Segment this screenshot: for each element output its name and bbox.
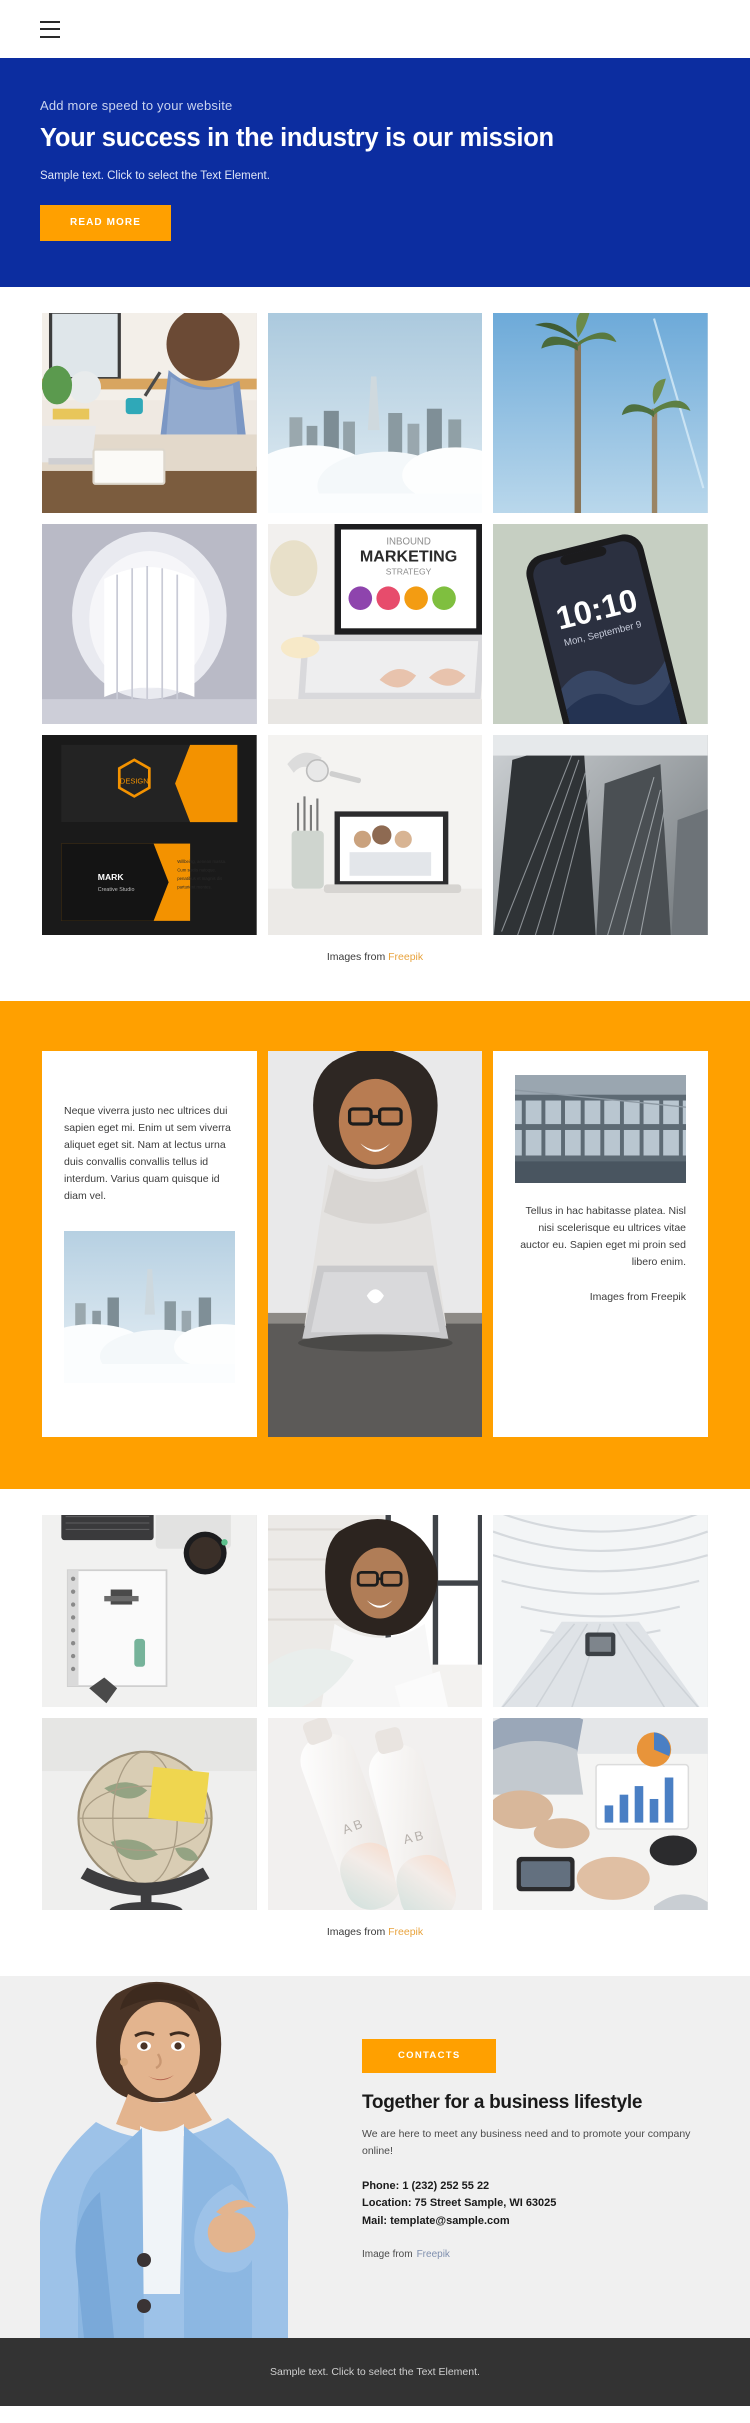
image-woman-reading	[267, 1515, 483, 1708]
gallery-item[interactable]: INBOUND MARKETING STRATEGY	[267, 524, 483, 724]
image-office-facade	[515, 1075, 686, 1183]
freepik-link[interactable]: Freepik	[388, 951, 423, 963]
svg-text:DESIGN: DESIGN	[120, 776, 149, 785]
gallery-item[interactable]: DESIGN MARK Creative Studio Willbeing, aene…	[42, 735, 257, 935]
caption-prefix: Images from	[326, 951, 389, 963]
orange-feature-band: Neque viverra justo nec ultrices dui sap…	[0, 1001, 750, 1490]
image-team-charts	[493, 1718, 708, 1911]
hero-subtitle: Sample text. Click to select the Text El…	[40, 170, 270, 182]
image-smartphone: 10:10Mon, September 9	[493, 524, 708, 724]
image-businesswoman	[0, 1976, 340, 2339]
image-desk-laptop	[267, 735, 483, 935]
gallery-item[interactable]	[267, 313, 483, 513]
site-footer: Sample text. Click to select the Text El…	[0, 2338, 750, 2407]
contacts-phone: Phone: 1 (232) 252 55 22	[362, 2179, 490, 2192]
gallery-item[interactable]	[42, 313, 257, 513]
hamburger-menu-icon[interactable]	[40, 20, 60, 38]
feature-card-middle-image	[267, 1051, 483, 1438]
credit-prefix: Image from	[362, 2248, 413, 2260]
feature-card-right-text: Tellus in hac habitasse platea. Nisl nis…	[520, 1205, 686, 1268]
feature-card-left-text: Neque viverra justo nec ultrices dui sap…	[64, 1105, 231, 1202]
svg-text:parturient montes.: parturient montes.	[177, 885, 212, 890]
svg-text:Creative Studio: Creative Studio	[98, 887, 135, 893]
feature-card-left-image	[64, 1231, 235, 1383]
gallery-one-caption: Images from Freepik	[0, 935, 750, 963]
contacts-photo	[0, 1976, 340, 2339]
hero-title: Your success in the industry is our miss…	[40, 124, 554, 152]
image-woman-laptop	[267, 1051, 483, 1438]
gallery-two: A BA B	[0, 1489, 750, 1911]
gallery-item[interactable]	[42, 1718, 257, 1911]
svg-text:MARK: MARK	[98, 872, 125, 882]
gallery-item[interactable]	[42, 1515, 257, 1708]
freepik-link[interactable]: Freepik	[417, 2249, 450, 2260]
freepik-link[interactable]: Freepik	[388, 1926, 423, 1938]
svg-text:STRATEGY: STRATEGY	[385, 567, 431, 577]
image-man-writing	[42, 313, 257, 513]
contacts-credit: Image from Freepik	[362, 2249, 710, 2260]
svg-text:Cum sociis natoque.: Cum sociis natoque.	[177, 867, 216, 872]
gallery-item[interactable]	[493, 735, 708, 935]
feature-card-right-image	[515, 1075, 686, 1183]
feature-card-right: Tellus in hac habitasse platea. Nisl nis…	[493, 1051, 708, 1438]
contacts-info: CONTACTS Together for a business lifesty…	[340, 1976, 750, 2338]
feature-card-middle	[267, 1051, 483, 1438]
image-laptop-marketing: INBOUNDMARKETINGSTRATEGY	[267, 524, 483, 724]
svg-text:MARKETING: MARKETING	[360, 548, 457, 566]
gallery-item[interactable]	[493, 1515, 708, 1708]
caption-prefix: Images from	[326, 1926, 389, 1939]
feature-card-right-credit: Images from Freepik	[589, 1291, 686, 1303]
hamburger-bar	[40, 35, 60, 38]
gallery-one: INBOUND MARKETING STRATEGY 10:10 Mon, Septe…	[0, 287, 750, 935]
contacts-badge[interactable]: CONTACTS	[362, 2039, 497, 2073]
gallery-item[interactable]	[493, 313, 708, 513]
image-skyscrapers-bw	[493, 735, 708, 935]
contacts-location: Location: 75 Street Sample, WI 63025	[362, 2197, 557, 2210]
footer-text: Sample text. Click to select the Text El…	[270, 2366, 480, 2379]
read-more-button[interactable]: READ MORE	[40, 205, 172, 241]
gallery-item[interactable]: A BA B	[267, 1718, 483, 1911]
contacts-section: CONTACTS Together for a business lifesty…	[0, 1976, 750, 2339]
svg-text:Willbeing, aenean massa.: Willbeing, aenean massa.	[177, 859, 226, 864]
contacts-mail: Mail: template@sample.com	[362, 2215, 510, 2228]
image-palm-tree	[493, 313, 708, 513]
contacts-heading: Together for a business lifestyle	[362, 2091, 643, 2113]
gallery-two-caption: Images from Freepik	[0, 1910, 750, 1938]
gallery-item[interactable]	[267, 735, 483, 935]
hero-eyebrow: Add more speed to your website	[40, 98, 233, 113]
image-flatlay-notebook	[42, 1515, 257, 1708]
image-white-architecture	[42, 524, 257, 724]
contacts-lead: We are here to meet any business need an…	[362, 2127, 691, 2157]
hero-section: Add more speed to your website Your succ…	[0, 58, 750, 287]
gallery-item[interactable]: 10:10 Mon, September 9	[493, 524, 708, 724]
image-city-clouds	[267, 313, 483, 513]
hamburger-bar	[40, 20, 60, 23]
hamburger-bar	[40, 28, 60, 30]
gallery-item[interactable]	[267, 1515, 483, 1708]
image-city-clouds-2	[64, 1231, 235, 1383]
image-white-corridor	[493, 1515, 708, 1708]
svg-text:INBOUND: INBOUND	[386, 537, 431, 548]
feature-card-left: Neque viverra justo nec ultrices dui sap…	[42, 1051, 257, 1438]
image-cosmetic-bottles: A BA B	[267, 1718, 483, 1911]
svg-text:penatibus et magnis dis: penatibus et magnis dis	[177, 876, 222, 881]
site-header	[0, 0, 750, 58]
gallery-item[interactable]	[42, 524, 257, 724]
image-business-cards: DESIGN MARK Creative Studio Willbeing, aene…	[42, 735, 257, 935]
gallery-item[interactable]	[493, 1718, 708, 1911]
image-globe-note	[42, 1718, 257, 1911]
